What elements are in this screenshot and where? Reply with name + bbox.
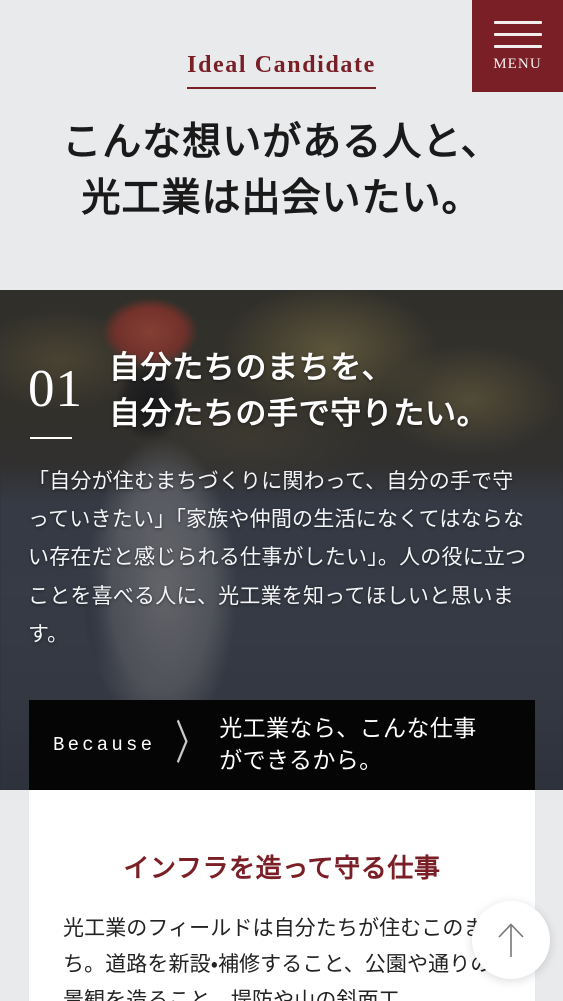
page-root: Ideal Candidate こんな想いがある人と、 光工業は出会いたい。 M… (0, 0, 563, 1001)
section-eyebrow: Ideal Candidate (187, 52, 376, 90)
because-text-line-1: 光工業なら、こんな仕事 (219, 715, 477, 742)
card-body-text: 光工業のフィールドは自分たちが住むこのまち。道路を新設・補修すること、公園や通り… (63, 916, 492, 1001)
hero-number-block: 01 (28, 345, 83, 439)
hero-heading-row: 01 自分たちのまちを、 自分たちの手で守りたい。 (28, 345, 532, 439)
page-title-line-2: 光工業は出会いたい。 (81, 176, 482, 220)
arrow-up-icon (498, 923, 524, 957)
menu-button-label: MENU (493, 55, 542, 72)
card-title: インフラを造って守る仕事 (123, 853, 441, 883)
hamburger-icon (493, 20, 542, 48)
because-label: Because (53, 734, 156, 756)
hero-body-text: 「自分が住むまちづくりに関わって、自分の手で守っていきたい」「家族や仲間の生活に… (28, 470, 527, 646)
hero-title: 自分たちのまちを、 自分たちの手で守りたい。 (109, 345, 488, 437)
scroll-to-top-button[interactable] (472, 901, 550, 979)
hero-title-line-2: 自分たちの手で守りたい。 (109, 395, 489, 431)
hero-title-line-1: 自分たちのまちを、 (109, 350, 394, 385)
content-card: インフラを造って守る仕事 光工業のフィールドは自分たちが住むこのまち。道路を新設… (29, 790, 535, 1001)
hero-content: 01 自分たちのまちを、 自分たちの手で守りたい。 「自分が住むまちづくりに関わ… (0, 290, 563, 654)
because-text-line-2: ができるから。 (219, 747, 383, 773)
page-title-line-1: こんな想いがある人と、 (62, 121, 501, 165)
menu-button[interactable]: MENU (472, 0, 563, 92)
chevron-right-icon: 〉 (175, 718, 206, 770)
page-title: こんな想いがある人と、 光工業は出会いたい。 (0, 115, 563, 226)
because-band: Because 〉 光工業なら、こんな仕事 ができるから。 (29, 700, 535, 790)
hero-number: 01 (28, 360, 83, 418)
hero-number-rule (30, 437, 72, 439)
because-text: 光工業なら、こんな仕事 ができるから。 (219, 713, 476, 776)
